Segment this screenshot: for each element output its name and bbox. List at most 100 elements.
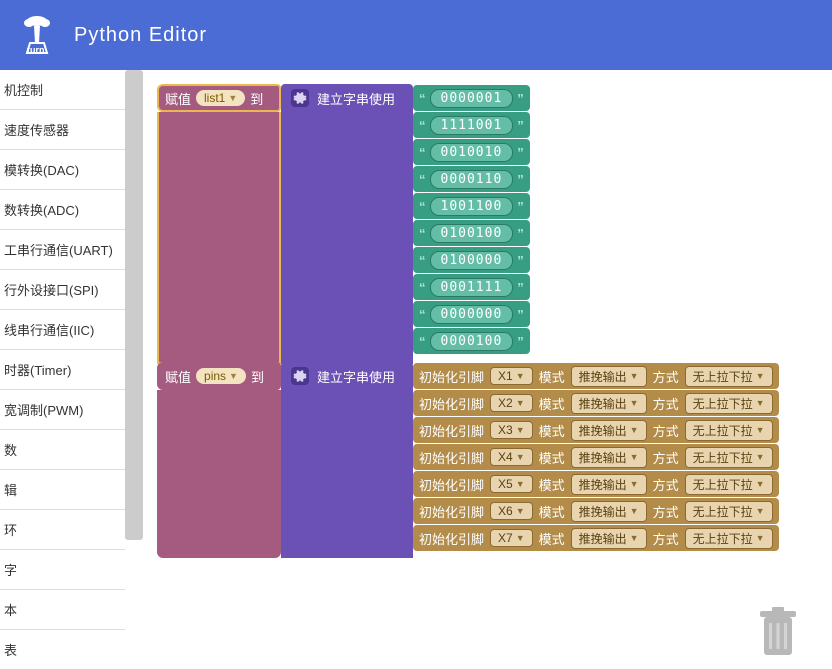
mode-dropdown[interactable]: 推挽输出▼ [571, 447, 647, 468]
pin-dropdown[interactable]: X2▼ [490, 394, 533, 412]
quote-icon: ” [517, 118, 524, 133]
quote-icon: “ [419, 307, 426, 322]
string-value-block[interactable]: “0000001” [413, 85, 530, 111]
sidebar-item[interactable]: 环 [0, 510, 125, 550]
string-value[interactable]: 0100100 [430, 224, 514, 243]
way-dropdown[interactable]: 无上拉下拉▼ [685, 501, 773, 522]
way-dropdown[interactable]: 无上拉下拉▼ [685, 366, 773, 387]
chevron-down-icon: ▼ [630, 506, 639, 516]
sidebar-item[interactable]: 数 [0, 430, 125, 470]
way-label: 方式 [653, 421, 679, 440]
way-dropdown[interactable]: 无上拉下拉▼ [685, 474, 773, 495]
sidebar-item[interactable]: 数转换(ADC) [0, 190, 125, 230]
string-value[interactable]: 0100000 [430, 251, 514, 270]
sidebar-item[interactable]: 字 [0, 550, 125, 590]
chevron-down-icon: ▼ [756, 425, 765, 435]
sidebar-item[interactable]: 速度传感器 [0, 110, 125, 150]
sidebar-item[interactable]: 本 [0, 590, 125, 630]
mode-dropdown[interactable]: 推挽输出▼ [571, 528, 647, 549]
mode-dropdown[interactable]: 推挽输出▼ [571, 393, 647, 414]
mode-dropdown[interactable]: 推挽输出▼ [571, 420, 647, 441]
string-value-block[interactable]: “1111001” [413, 112, 530, 138]
assign-label: 赋值 [165, 89, 191, 108]
quote-icon: ” [517, 226, 524, 241]
string-value-block[interactable]: “0000100” [413, 328, 530, 354]
quote-icon: ” [517, 253, 524, 268]
variable-dropdown[interactable]: pins▼ [196, 368, 246, 384]
sidebar-item[interactable]: 工串行通信(UART) [0, 230, 125, 270]
blockly-workspace[interactable]: 赋值 list1▼ 到 建立字串使用 “0000001”“1111001”“00… [125, 70, 832, 669]
mode-label: 模式 [539, 448, 565, 467]
init-pin-block[interactable]: 初始化引脚X5▼模式推挽输出▼方式无上拉下拉▼ [413, 471, 779, 497]
init-pin-block[interactable]: 初始化引脚X3▼模式推挽输出▼方式无上拉下拉▼ [413, 417, 779, 443]
sidebar-item[interactable]: 机控制 [0, 70, 125, 110]
way-dropdown[interactable]: 无上拉下拉▼ [685, 420, 773, 441]
string-value[interactable]: 0010010 [430, 143, 514, 162]
pin-dropdown[interactable]: X6▼ [490, 502, 533, 520]
gear-icon[interactable] [291, 89, 309, 107]
string-value[interactable]: 0000000 [430, 305, 514, 324]
sidebar-item[interactable]: 宽调制(PWM) [0, 390, 125, 430]
pin-dropdown[interactable]: X3▼ [490, 421, 533, 439]
pin-dropdown[interactable]: X5▼ [490, 475, 533, 493]
to-label: 到 [250, 89, 263, 108]
variable-dropdown[interactable]: list1▼ [196, 90, 245, 106]
way-dropdown[interactable]: 无上拉下拉▼ [685, 528, 773, 549]
string-value-block[interactable]: “0001111” [413, 274, 530, 300]
init-pin-block[interactable]: 初始化引脚X7▼模式推挽输出▼方式无上拉下拉▼ [413, 525, 779, 551]
init-pin-block[interactable]: 初始化引脚 X1▼ 模式推挽输出▼ 方式无上拉下拉▼ [413, 363, 779, 389]
chevron-down-icon: ▼ [516, 398, 525, 408]
sidebar-item[interactable]: 行外设接口(SPI) [0, 270, 125, 310]
way-label: 方式 [653, 475, 679, 494]
init-pin-block[interactable]: 初始化引脚X6▼模式推挽输出▼方式无上拉下拉▼ [413, 498, 779, 524]
init-pin-block[interactable]: 初始化引脚X2▼模式推挽输出▼方式无上拉下拉▼ [413, 390, 779, 416]
chevron-down-icon: ▼ [756, 479, 765, 489]
sidebar-item[interactable]: 线串行通信(IIC) [0, 310, 125, 350]
string-value[interactable]: 1001100 [430, 197, 514, 216]
way-dropdown[interactable]: 无上拉下拉▼ [685, 393, 773, 414]
sidebar-item[interactable]: 辑 [0, 470, 125, 510]
mode-dropdown[interactable]: 推挽输出▼ [571, 501, 647, 522]
assign-block-list1[interactable]: 赋值 list1▼ 到 建立字串使用 “0000001”“1111001”“00… [157, 84, 779, 364]
string-value-block[interactable]: “0100000” [413, 247, 530, 273]
string-value-block[interactable]: “0010010” [413, 139, 530, 165]
string-value[interactable]: 0000110 [430, 170, 514, 189]
mode-label: 模式 [539, 502, 565, 521]
trash-icon[interactable] [754, 605, 802, 659]
mode-label: 模式 [539, 367, 565, 386]
init-pin-label: 初始化引脚 [419, 367, 484, 386]
pin-dropdown[interactable]: X7▼ [490, 529, 533, 547]
sidebar-item[interactable]: 表 [0, 630, 125, 669]
string-value-block[interactable]: “0000000” [413, 301, 530, 327]
assign-block-pins[interactable]: 赋值 pins▼ 到 建立字串使用 初始化引脚X1▼模式推挽输出▼方式无上拉下拉… [157, 362, 779, 558]
string-value-block[interactable]: “0000110” [413, 166, 530, 192]
string-value-block[interactable]: “0100100” [413, 220, 530, 246]
way-label: 方式 [653, 367, 679, 386]
sidebar-scrollbar[interactable] [125, 70, 143, 540]
sidebar-item[interactable]: 时器(Timer) [0, 350, 125, 390]
sidebar-item[interactable]: 模转换(DAC) [0, 150, 125, 190]
string-value[interactable]: 0000001 [430, 89, 514, 108]
chevron-down-icon: ▼ [630, 398, 639, 408]
init-pin-label: 初始化引脚 [419, 502, 484, 521]
string-value-block[interactable]: “1001100” [413, 193, 530, 219]
chevron-down-icon: ▼ [516, 425, 525, 435]
string-value[interactable]: 0000100 [430, 332, 514, 351]
quote-icon: ” [517, 145, 524, 160]
assign-label: 赋值 [165, 367, 191, 386]
pin-dropdown[interactable]: X4▼ [490, 448, 533, 466]
build-string-block[interactable]: 建立字串使用 [281, 84, 413, 112]
chevron-down-icon: ▼ [228, 93, 237, 103]
mode-label: 模式 [539, 421, 565, 440]
svg-text:turn: turn [27, 45, 45, 55]
gear-icon[interactable] [291, 367, 309, 385]
mode-dropdown[interactable]: 推挽输出▼ [571, 366, 647, 387]
string-value[interactable]: 0001111 [430, 278, 514, 297]
build-string-block[interactable]: 建立字串使用 [281, 362, 413, 390]
mode-dropdown[interactable]: 推挽输出▼ [571, 474, 647, 495]
string-value[interactable]: 1111001 [430, 116, 514, 135]
way-dropdown[interactable]: 无上拉下拉▼ [685, 447, 773, 468]
to-label: 到 [251, 367, 264, 386]
pin-dropdown[interactable]: X1▼ [490, 367, 533, 385]
init-pin-block[interactable]: 初始化引脚X4▼模式推挽输出▼方式无上拉下拉▼ [413, 444, 779, 470]
